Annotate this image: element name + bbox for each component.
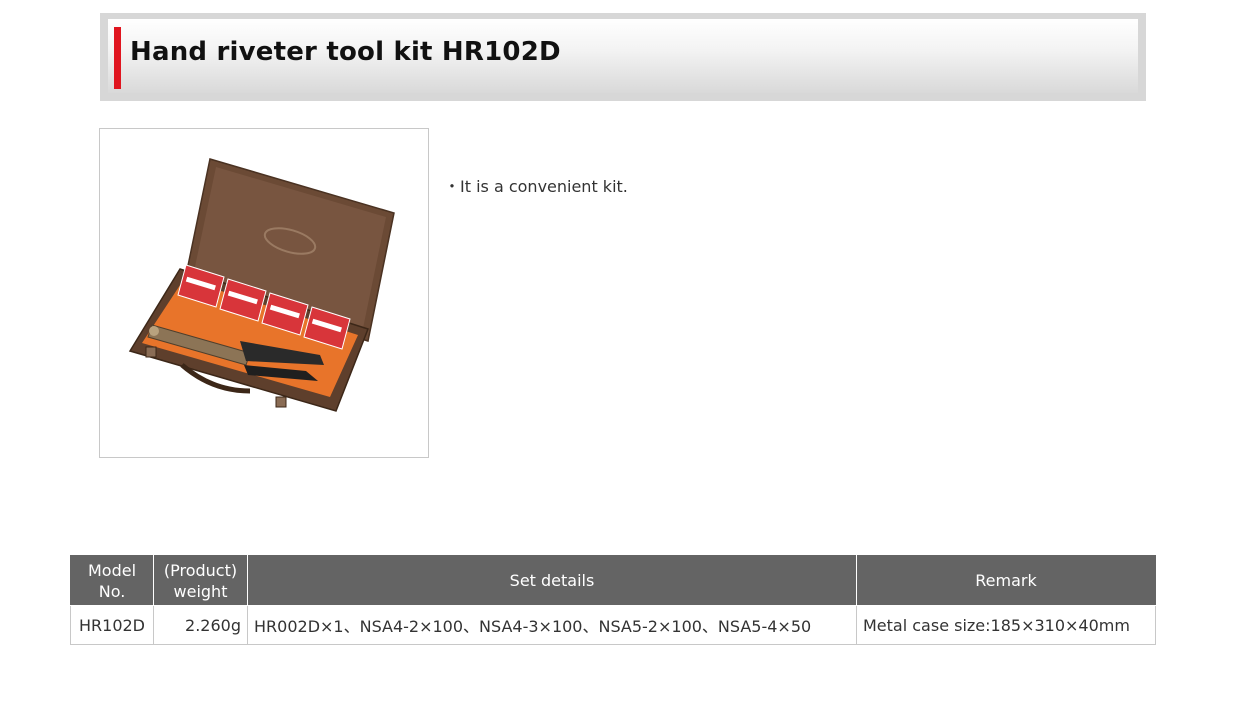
product-page: Hand riveter tool kit HR102D ・It is a co…	[0, 0, 1243, 723]
header-weight: (Product) weight	[153, 555, 248, 606]
cell-model: HR102D	[70, 605, 154, 645]
header-weight-line2: weight	[173, 581, 228, 601]
case-latch-right	[275, 396, 287, 408]
cell-weight: 2.260g	[153, 605, 248, 645]
header-set-details: Set details	[247, 555, 857, 606]
title-accent-bar	[114, 27, 121, 89]
case-latch-left	[145, 346, 157, 358]
spec-table: Model No. (Product) weight Set details Rem…	[70, 555, 1156, 645]
riveter-nose	[149, 326, 159, 336]
product-image-frame	[99, 128, 429, 458]
cell-set-details: HR002D×1、NSA4-2×100、NSA4-3×100、NSA5-2×10…	[247, 605, 857, 645]
spec-table-header: Model No. (Product) weight Set details Rem…	[70, 555, 1156, 606]
header-model-no: Model No.	[70, 555, 154, 606]
product-description: ・It is a convenient kit.	[444, 177, 628, 196]
title-bar: Hand riveter tool kit HR102D	[100, 13, 1146, 101]
header-model-line2: No.	[98, 581, 126, 601]
title-bar-inner: Hand riveter tool kit HR102D	[108, 19, 1138, 93]
cell-remark: Metal case size:185×310×40mm	[856, 605, 1156, 645]
header-weight-line1: (Product)	[163, 560, 238, 580]
rivet-tool-kit-image	[128, 158, 395, 412]
page-title: Hand riveter tool kit HR102D	[130, 37, 561, 67]
header-model-line1: Model	[87, 560, 137, 580]
header-remark: Remark	[856, 555, 1156, 606]
table-row: HR102D 2.260g HR002D×1、NSA4-2×100、NSA4-3…	[70, 605, 1156, 645]
